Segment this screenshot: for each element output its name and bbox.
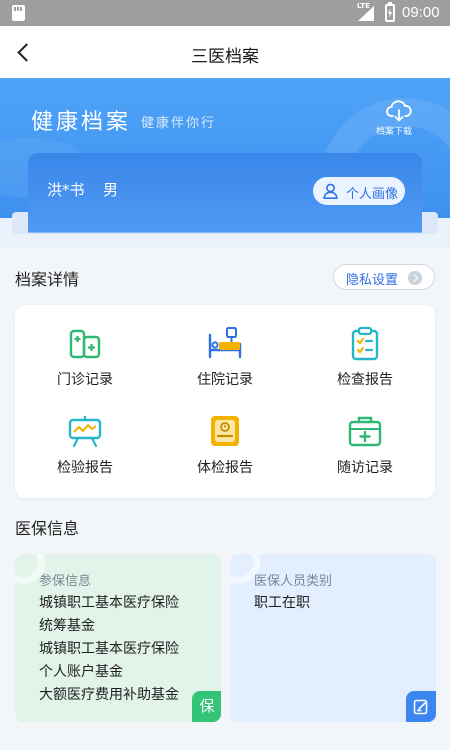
user-card: 洪*书 男 个人画像 (28, 153, 422, 233)
grid-item-follow-up[interactable]: 随访记录 (295, 393, 435, 481)
banner-subtitle: 健康伴你行 (141, 116, 217, 131)
insurance-line: 城镇职工基本医疗保险 (39, 641, 179, 657)
status-time: 09:00 (402, 4, 440, 21)
page-title: 三医档案 (191, 47, 259, 67)
medical-kit-icon (348, 416, 382, 447)
grid-item-inpatient[interactable]: 住院记录 (155, 305, 295, 393)
grid-item-examination[interactable]: 检查报告 (295, 305, 435, 393)
lab-report-icon (68, 416, 102, 448)
grid-item-physical-exam[interactable]: 体检报告 (155, 393, 295, 481)
user-gender: 男 (103, 181, 119, 199)
insured-category-card[interactable]: 医保人员类别 职工在职 (230, 554, 436, 722)
grid-label: 随访记录 (337, 460, 393, 476)
insurance-line: 个人账户基金 (39, 664, 123, 680)
insured-category-lines: 职工在职 (254, 592, 310, 615)
records-grid: 门诊记录 住院记录 检查报告 检验报告 体检报告 随访记录 (15, 305, 435, 498)
chevron-right-icon (408, 271, 422, 285)
cloud-download-icon[interactable] (386, 100, 412, 122)
insurance-badge: 保 (192, 691, 221, 722)
insured-category-value: 职工在职 (254, 595, 310, 611)
insured-category-heading: 医保人员类别 (254, 574, 333, 589)
grid-label: 住院记录 (197, 372, 253, 388)
insurance-line: 城镇职工基本医疗保险 (39, 595, 179, 611)
status-bar: LTE 09:00 (0, 0, 450, 26)
physical-exam-icon (211, 416, 239, 446)
user-name: 洪*书 (47, 181, 85, 199)
grid-item-lab-test[interactable]: 检验报告 (15, 393, 155, 481)
insurance-info-card[interactable]: 参保信息 城镇职工基本医疗保险 统筹基金 城镇职工基本医疗保险 个人账户基金 大… (15, 554, 221, 722)
download-label[interactable]: 档案下载 (376, 124, 412, 137)
sd-card-icon (12, 5, 25, 21)
privacy-settings-label: 隐私设置 (346, 273, 399, 288)
insurance-info-heading: 参保信息 (39, 574, 92, 589)
insurance-info-lines: 城镇职工基本医疗保险 统筹基金 城镇职工基本医疗保险 个人账户基金 大额医疗费用… (39, 592, 179, 707)
banner-title: 健康档案 (31, 110, 132, 135)
clipboard-check-icon (351, 326, 379, 361)
grid-label: 体检报告 (197, 460, 253, 476)
battery-icon (385, 2, 395, 22)
clinic-icon (69, 329, 101, 359)
insurance-line: 统筹基金 (39, 618, 95, 634)
profile-button-label: 个人画像 (346, 187, 399, 202)
grid-label: 门诊记录 (57, 372, 113, 388)
edit-document-icon (406, 691, 436, 722)
hospital-bed-icon (208, 327, 242, 359)
privacy-settings-button[interactable]: 隐私设置 (333, 264, 435, 290)
records-section-title: 档案详情 (15, 270, 80, 289)
signal-icon (358, 6, 374, 21)
person-icon (323, 183, 338, 199)
grid-label: 检查报告 (337, 372, 393, 388)
insurance-line: 大额医疗费用补助基金 (39, 687, 179, 703)
insurance-section-title: 医保信息 (15, 519, 80, 538)
profile-button[interactable]: 个人画像 (313, 177, 405, 205)
grid-label: 检验报告 (57, 460, 113, 476)
grid-item-outpatient[interactable]: 门诊记录 (15, 305, 155, 393)
nav-bar: 三医档案 (0, 26, 450, 78)
